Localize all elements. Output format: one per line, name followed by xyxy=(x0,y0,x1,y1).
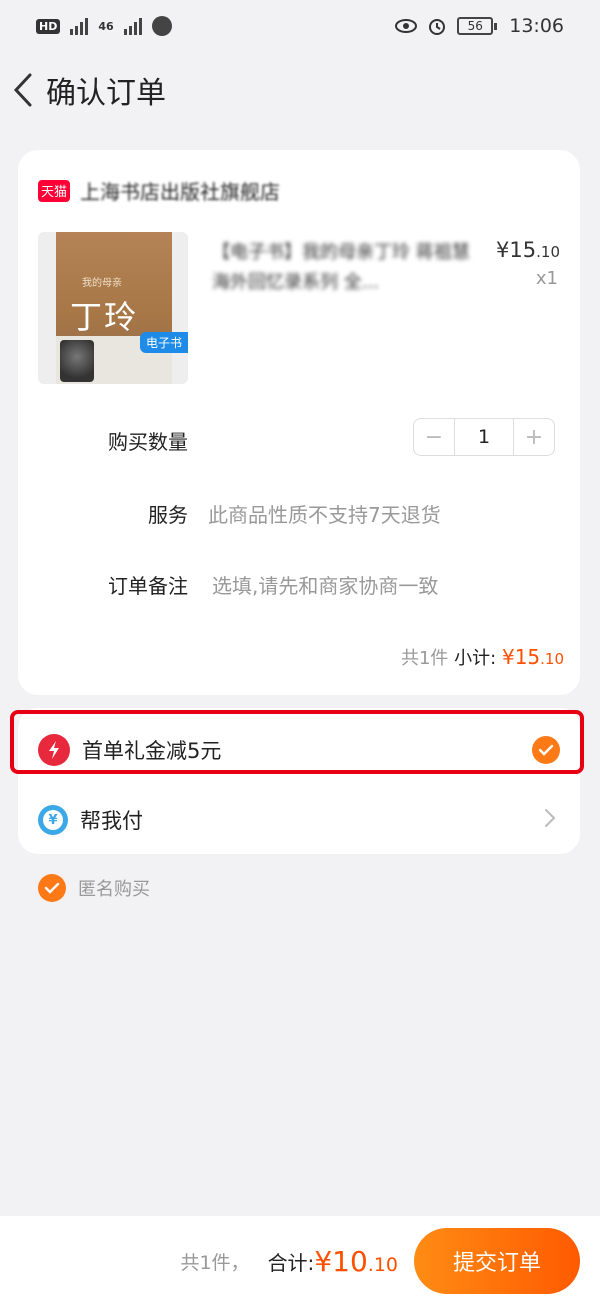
signal-icon xyxy=(70,17,89,35)
subtotal-int: 15 xyxy=(514,645,541,669)
network-label: 46 xyxy=(98,19,114,33)
checkout-bar: 共1件， 合计: ¥10.10 提交订单 xyxy=(0,1216,600,1306)
ebook-badge: 电子书 xyxy=(139,332,188,353)
price-dec: .10 xyxy=(536,243,560,261)
product-name[interactable]: 【电子书】我的母亲丁玲 蒋祖慧 海外回忆录系列 全... xyxy=(212,238,482,298)
hd-indicator: HD xyxy=(36,18,61,34)
shop-row[interactable]: 天猫 上海书店出版社旗舰店 xyxy=(38,176,280,205)
product-name-line2: 海外回忆录系列 全... xyxy=(212,272,379,293)
signal-icon-2 xyxy=(123,17,142,35)
status-right: 56 13:06 xyxy=(395,15,564,37)
book-title: 丁玲 xyxy=(70,298,139,336)
order-note-input[interactable]: 选填,请先和商家协商一致 xyxy=(212,570,438,599)
shop-name: 上海书店出版社旗舰店 xyxy=(80,180,280,204)
status-bar: HD 46 56 13:06 xyxy=(0,0,600,52)
chevron-right-icon xyxy=(544,808,556,832)
yen-symbol: ¥ xyxy=(43,810,63,830)
subtotal-dec: .10 xyxy=(540,650,564,668)
nav-header: 确认订单 xyxy=(0,60,600,120)
quantity-minus-button[interactable]: − xyxy=(414,419,454,455)
clock: 13:06 xyxy=(509,15,564,37)
total-dec: .10 xyxy=(367,1253,398,1276)
subtotal-symbol: ¥ xyxy=(501,645,515,669)
pay-for-me-row[interactable]: ¥ 帮我付 xyxy=(38,802,560,838)
author-photo xyxy=(60,340,94,382)
quantity-plus-button[interactable]: + xyxy=(514,419,554,455)
subtotal-count: 共1件 xyxy=(400,648,449,669)
product-image[interactable]: 我的母亲 丁玲 电子书 xyxy=(38,232,188,384)
subtotal-amount: ¥15.10 xyxy=(502,645,564,669)
service-value: 此商品性质不支持7天退货 xyxy=(208,503,441,527)
checkmark-icon xyxy=(44,882,60,894)
tmall-icon: 天猫 xyxy=(38,179,70,202)
eye-icon xyxy=(395,19,418,33)
quantity-stepper: − 1 + xyxy=(413,418,555,456)
total-amount: ¥10.10 xyxy=(314,1245,398,1278)
anonymous-checkbox[interactable] xyxy=(38,874,66,902)
order-card: 天猫 上海书店出版社旗舰店 我的母亲 丁玲 电子书 【电子书】我的母亲丁玲 蒋祖… xyxy=(18,150,580,695)
page-title: 确认订单 xyxy=(46,76,166,111)
price-int: 15 xyxy=(509,238,537,262)
subtotal: 共1件 小计: ¥15.10 xyxy=(401,644,564,670)
product-quantity: x1 xyxy=(535,268,558,289)
battery-icon: 56 xyxy=(457,17,498,35)
app-notification-icon xyxy=(151,16,172,36)
total-int: 10 xyxy=(332,1244,368,1278)
anonymous-label: 匿名购买 xyxy=(78,879,150,900)
back-arrow-icon[interactable] xyxy=(8,70,38,110)
total-symbol: ¥ xyxy=(314,1244,333,1278)
price-symbol: ¥ xyxy=(496,238,510,262)
subtotal-label: 小计: xyxy=(454,648,497,669)
anonymous-purchase-row[interactable]: 匿名购买 xyxy=(38,874,150,902)
total-count: 共1件， xyxy=(180,1251,250,1274)
order-note-label: 订单备注 xyxy=(108,574,188,598)
service-label: 服务 xyxy=(148,503,188,527)
status-left: HD 46 xyxy=(36,16,172,36)
quantity-label: 购买数量 xyxy=(108,430,188,454)
quantity-value[interactable]: 1 xyxy=(454,419,514,455)
pay-for-me-label: 帮我付 xyxy=(80,809,143,833)
total-label: 合计: xyxy=(267,1250,315,1275)
book-subtitle: 我的母亲 xyxy=(82,278,122,289)
product-price: ¥15.10 xyxy=(496,238,560,262)
submit-order-button[interactable]: 提交订单 xyxy=(414,1228,580,1294)
alarm-icon xyxy=(429,19,446,35)
product-name-line1: 【电子书】我的母亲丁玲 蒋祖慧 xyxy=(212,242,470,263)
discount-highlight-box xyxy=(10,710,584,774)
yen-icon: ¥ xyxy=(38,805,68,835)
